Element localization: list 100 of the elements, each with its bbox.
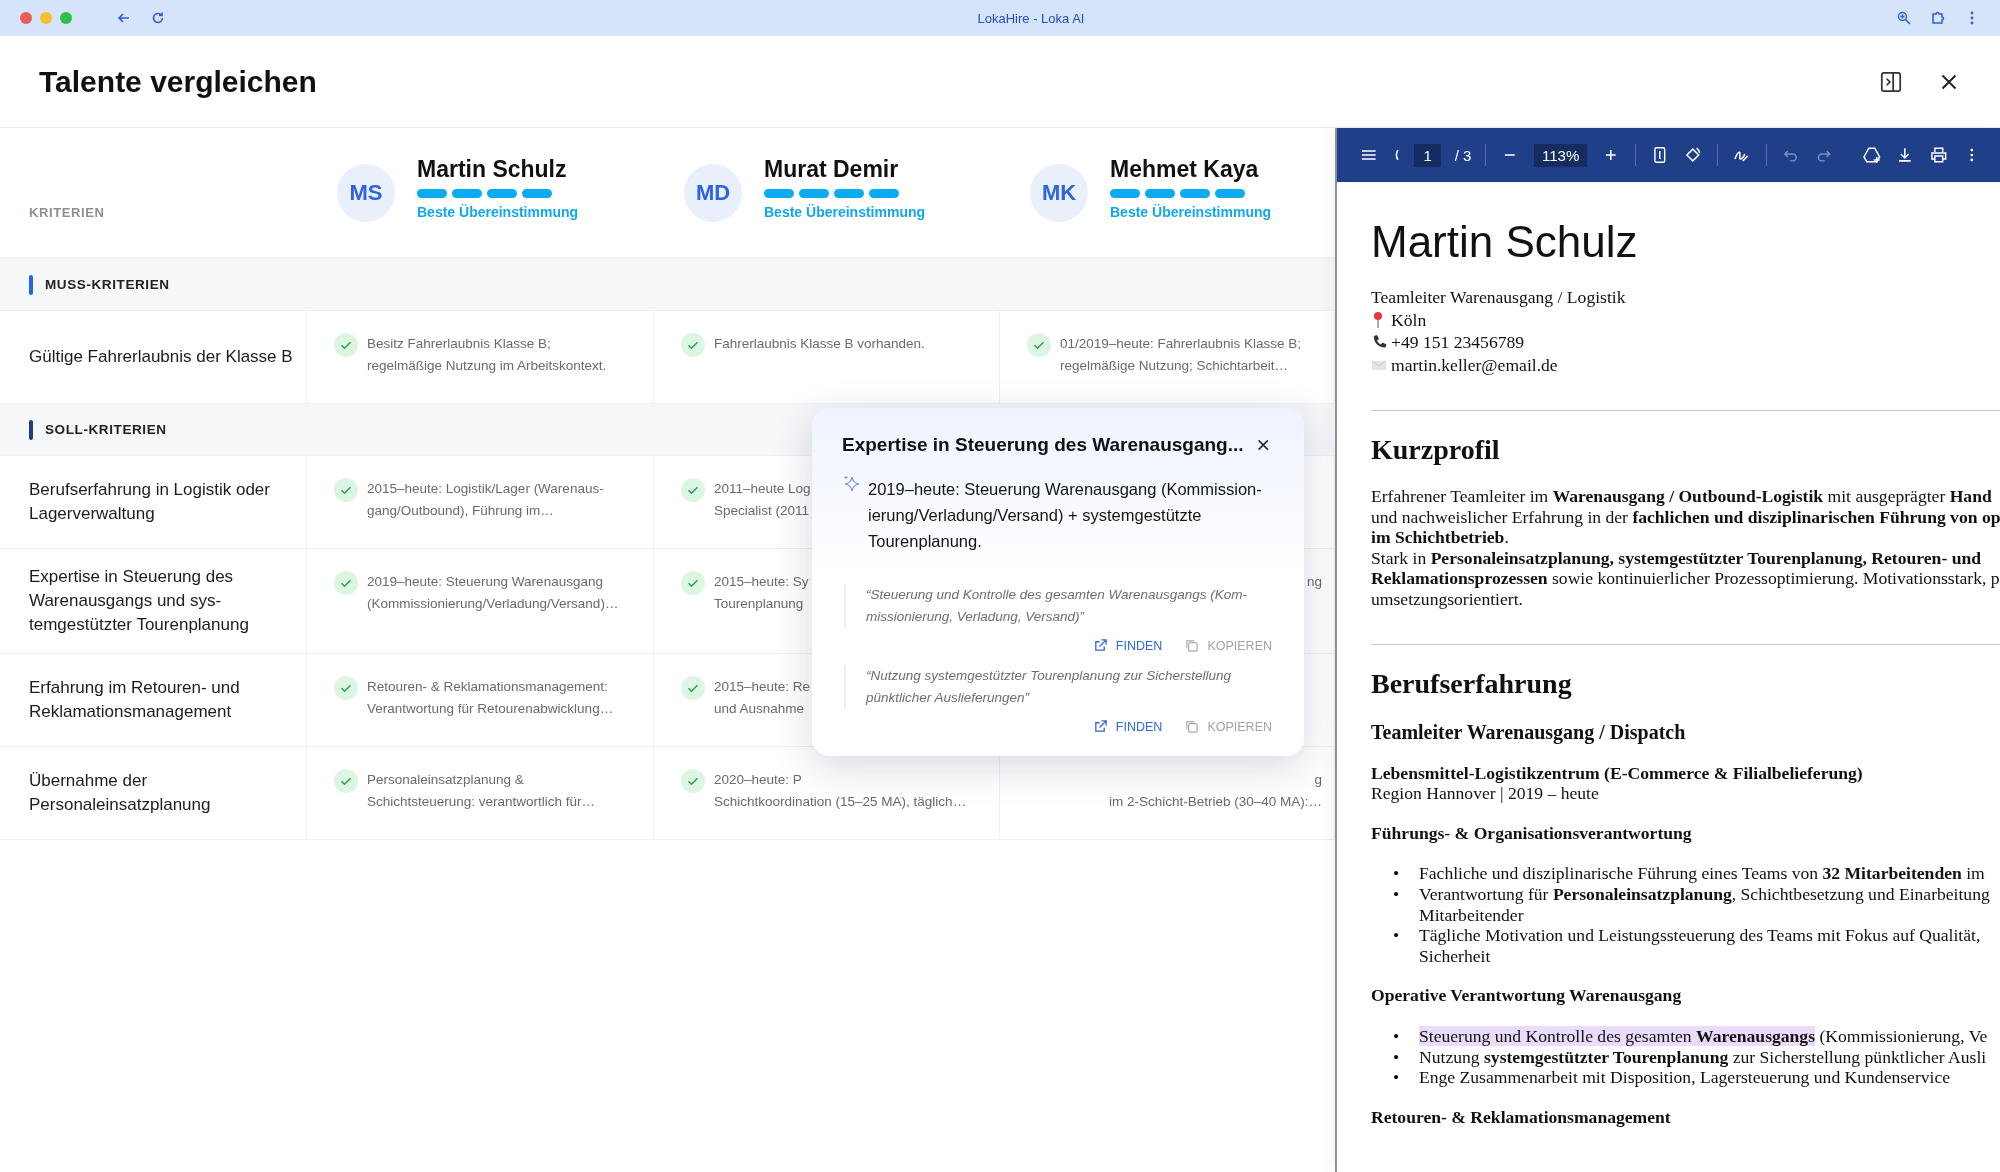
- match-bar: [834, 188, 864, 198]
- evidence-text: Besitz Fahrerlaubnis Klasse B; regelmäßige Nutzung im Arbeitskontext.: [367, 335, 607, 375]
- browser-title: LokaHire - Loka AI: [976, 10, 1086, 26]
- sparkle-icon: [842, 474, 862, 494]
- page-field[interactable]: 1: [1414, 143, 1441, 167]
- section-title: SOLL-KRITERIEN: [45, 422, 167, 437]
- check-icon: [334, 676, 358, 700]
- criterion-label: Gültige Fahrerlaubnis der Klasse B: [29, 346, 293, 368]
- column-heading: KRITERIEN: [29, 205, 105, 220]
- bullet-marker: •: [1393, 1025, 1401, 1047]
- job-title: Teamleiter Warenausgang / Dispatch: [1371, 719, 1687, 744]
- check-icon: [681, 769, 705, 793]
- find-button[interactable]: FINDEN: [1092, 636, 1163, 655]
- find-button[interactable]: FINDEN: [1092, 717, 1163, 736]
- subsection-heading: Führungs- & Organisationsverantwortung: [1371, 822, 1693, 844]
- summary-text: 2019–heute: Steuerung Warenausgang (Kommission- ierung/Verladung/Versand) + systemgestützte Tourenplanung.: [868, 479, 1262, 552]
- print-icon[interactable]: [1928, 145, 1949, 165]
- check-icon: [334, 333, 358, 357]
- check-icon: [681, 571, 705, 595]
- evidence-text: 2015–heute: Re und Ausnahme: [714, 678, 811, 718]
- criterion-label: Expertise in Steuerung des Warenausgangs und sys- temgestützter Tourenplanung: [29, 566, 249, 636]
- match-bar: [799, 188, 829, 198]
- quote-text: “Nutzung systemgestützter Tourenplanung zur Sicherstellung pünktlicher Auslieferungen”: [844, 665, 1272, 709]
- external-link-icon: [1092, 719, 1108, 734]
- close-window-icon[interactable]: [20, 12, 32, 24]
- contact-text: Teamleiter Warenausgang / Logistik: [1371, 286, 1626, 309]
- reload-icon[interactable]: [150, 10, 166, 26]
- drive-add-icon[interactable]: [1861, 145, 1882, 165]
- company-name: Lebensmittel-Logistikzentrum (E-Commerce & Filialbelieferung): [1371, 762, 1864, 784]
- zoom-icon[interactable]: [1896, 10, 1912, 26]
- profile-paragraph: Erfahrener Teamleiter im Warenausgang / Outbound-Logistik mit ausgeprägter Hand und nachweislicher Erfahrung in der fachlichen und disziplinarischen Führung von op im Schichtbetrieb. Stark in Personaleinsatzplanung, systemgestützter Tourenplanung, Retouren- und Reklamationsprozessen sowie kontinuierlicher Prozessoptimierung. Motivationsstark, p umsetzungsorientiert.: [1371, 486, 2000, 610]
- puzzle-icon[interactable]: [1930, 10, 1946, 26]
- check-icon: [681, 676, 705, 700]
- section-heading: Kurzprofil: [1371, 433, 1501, 467]
- subsection-heading: Retouren- & Reklamationsmanagement: [1371, 1106, 1672, 1128]
- zoom-field[interactable]: 113%: [1534, 143, 1588, 167]
- match-bar: [417, 188, 447, 198]
- check-icon: [334, 478, 358, 502]
- bullet-marker: •: [1393, 925, 1401, 946]
- evidence-text: g im 2-Schicht-Betrieb (30–40 MA):…: [1108, 771, 1322, 811]
- contact-text: +49 151 23456789: [1391, 331, 1525, 354]
- avatar: MK: [1030, 163, 1088, 222]
- match-bar: [522, 188, 552, 198]
- match-bar: [1180, 188, 1210, 198]
- bullet-item: Fachliche und disziplinarische Führung eines Teams von 32 Mitarbeitenden im: [1419, 863, 1985, 884]
- section-heading: Berufserfahrung: [1371, 666, 1573, 701]
- evidence-text: 2011–heute Log Specialist (2011: [714, 480, 811, 520]
- rotate-icon[interactable]: [1683, 145, 1703, 165]
- match-bar: [764, 188, 794, 198]
- job-meta: Region Hannover | 2019 – heute: [1371, 783, 1600, 804]
- check-icon: [334, 571, 358, 595]
- criterion-label: Berufserfahrung in Logistik oder Lagerverwaltung: [29, 479, 270, 525]
- match-bar: [869, 188, 899, 198]
- evidence-text: 2015–heute: Logistik/Lager (Warenaus- gang/Outbound), Führung im…: [367, 480, 604, 520]
- evidence-text: Fahrerlaubnis Klasse B vorhanden.: [714, 335, 925, 353]
- subsection-heading: Operative Verantwortung Warenausgang: [1371, 985, 1683, 1006]
- evidence-text: 2020–heute: P Schichtkoordination (15–25 MA), täglich…: [714, 771, 967, 811]
- bullet-marker: •: [1393, 883, 1401, 905]
- match-bar: [1215, 188, 1245, 198]
- match-label: Beste Übereinstimmung: [417, 203, 579, 220]
- candidate-name: Mehmet Kaya: [1110, 155, 1260, 183]
- check-icon: [681, 478, 705, 502]
- match-label: Beste Übereinstimmung: [1110, 203, 1272, 220]
- bullet-item: Enge Zusammenarbeit mit Disposition, Lagersteuerung und Kundenservice: [1419, 1067, 1951, 1088]
- popover-title: Expertise in Steuerung des Warenausgang...: [842, 434, 1244, 456]
- copy-icon: [1184, 719, 1200, 734]
- external-link-icon: [1092, 638, 1108, 653]
- evidence-text: 01/2019–heute: Fahrerlaubnis Klasse B; regelmäßige Nutzung; Schichtarbeit…: [1060, 335, 1301, 375]
- match-bar: [452, 188, 482, 198]
- evidence-text: 2019–heute: Steuerung Warenausgang (Kommissionierung/Verladung/Versand)…: [367, 573, 619, 613]
- candidate-name: Murat Demir: [764, 155, 900, 183]
- quote-text: “Steuerung und Kontrolle des gesamten Warenausgangs (Kom- missionierung, Verladung, Versand)”: [844, 584, 1272, 628]
- evidence-text: Retouren- & Reklamationsmanagement: Verantwortung für Retourenabwicklung…: [367, 678, 614, 718]
- contact-text: Köln: [1391, 308, 1427, 331]
- evidence-text: Personaleinsatzplanung & Schichtsteuerung: verantwortlich für…: [367, 771, 596, 811]
- match-label: Beste Übereinstimmung: [764, 203, 926, 220]
- check-icon: [681, 333, 705, 357]
- contact-text: martin.keller@email.de: [1391, 353, 1558, 376]
- check-icon: [334, 769, 358, 793]
- document-name: Martin Schulz: [1371, 216, 1639, 268]
- page-title: Talente vergleichen: [39, 64, 318, 99]
- avatar: MS: [337, 163, 395, 222]
- evidence-text: ng: [1306, 573, 1322, 591]
- bullet-marker: •: [1393, 863, 1401, 884]
- bullet-marker: •: [1393, 1067, 1401, 1088]
- candidate-name: Martin Schulz: [417, 155, 568, 183]
- page-total: / 3: [1454, 146, 1472, 164]
- match-bar: [1110, 188, 1140, 198]
- criterion-label: Übernahme der Personaleinsatzplanung: [29, 770, 211, 816]
- criterion-label: Erfahrung im Retouren- und Reklamationsmanagement: [29, 677, 240, 723]
- match-bar: [487, 188, 517, 198]
- check-icon: [1027, 333, 1051, 357]
- bullet-marker: •: [1393, 1046, 1401, 1068]
- bullet-item: Nutzung systemgestützter Tourenplanung zur Sicherstellung pünktlicher Ausli: [1419, 1046, 1987, 1068]
- avatar: MD: [684, 163, 742, 222]
- bullet-item: Steuerung und Kontrolle des gesamten Warenausgangs (Kommissionierung, Ve: [1419, 1025, 1988, 1047]
- bullet-item: Verantwortung für Personaleinsatzplanung, Schichtbesetzung und Einarbeitung Mitarbeitender: [1419, 883, 1990, 926]
- bullet-item: Tägliche Motivation und Leistungssteuerung des Teams mit Fokus auf Qualität, Sicherheit: [1419, 925, 1981, 967]
- section-title: MUSS-KRITERIEN: [45, 277, 170, 292]
- match-bar: [1145, 188, 1175, 198]
